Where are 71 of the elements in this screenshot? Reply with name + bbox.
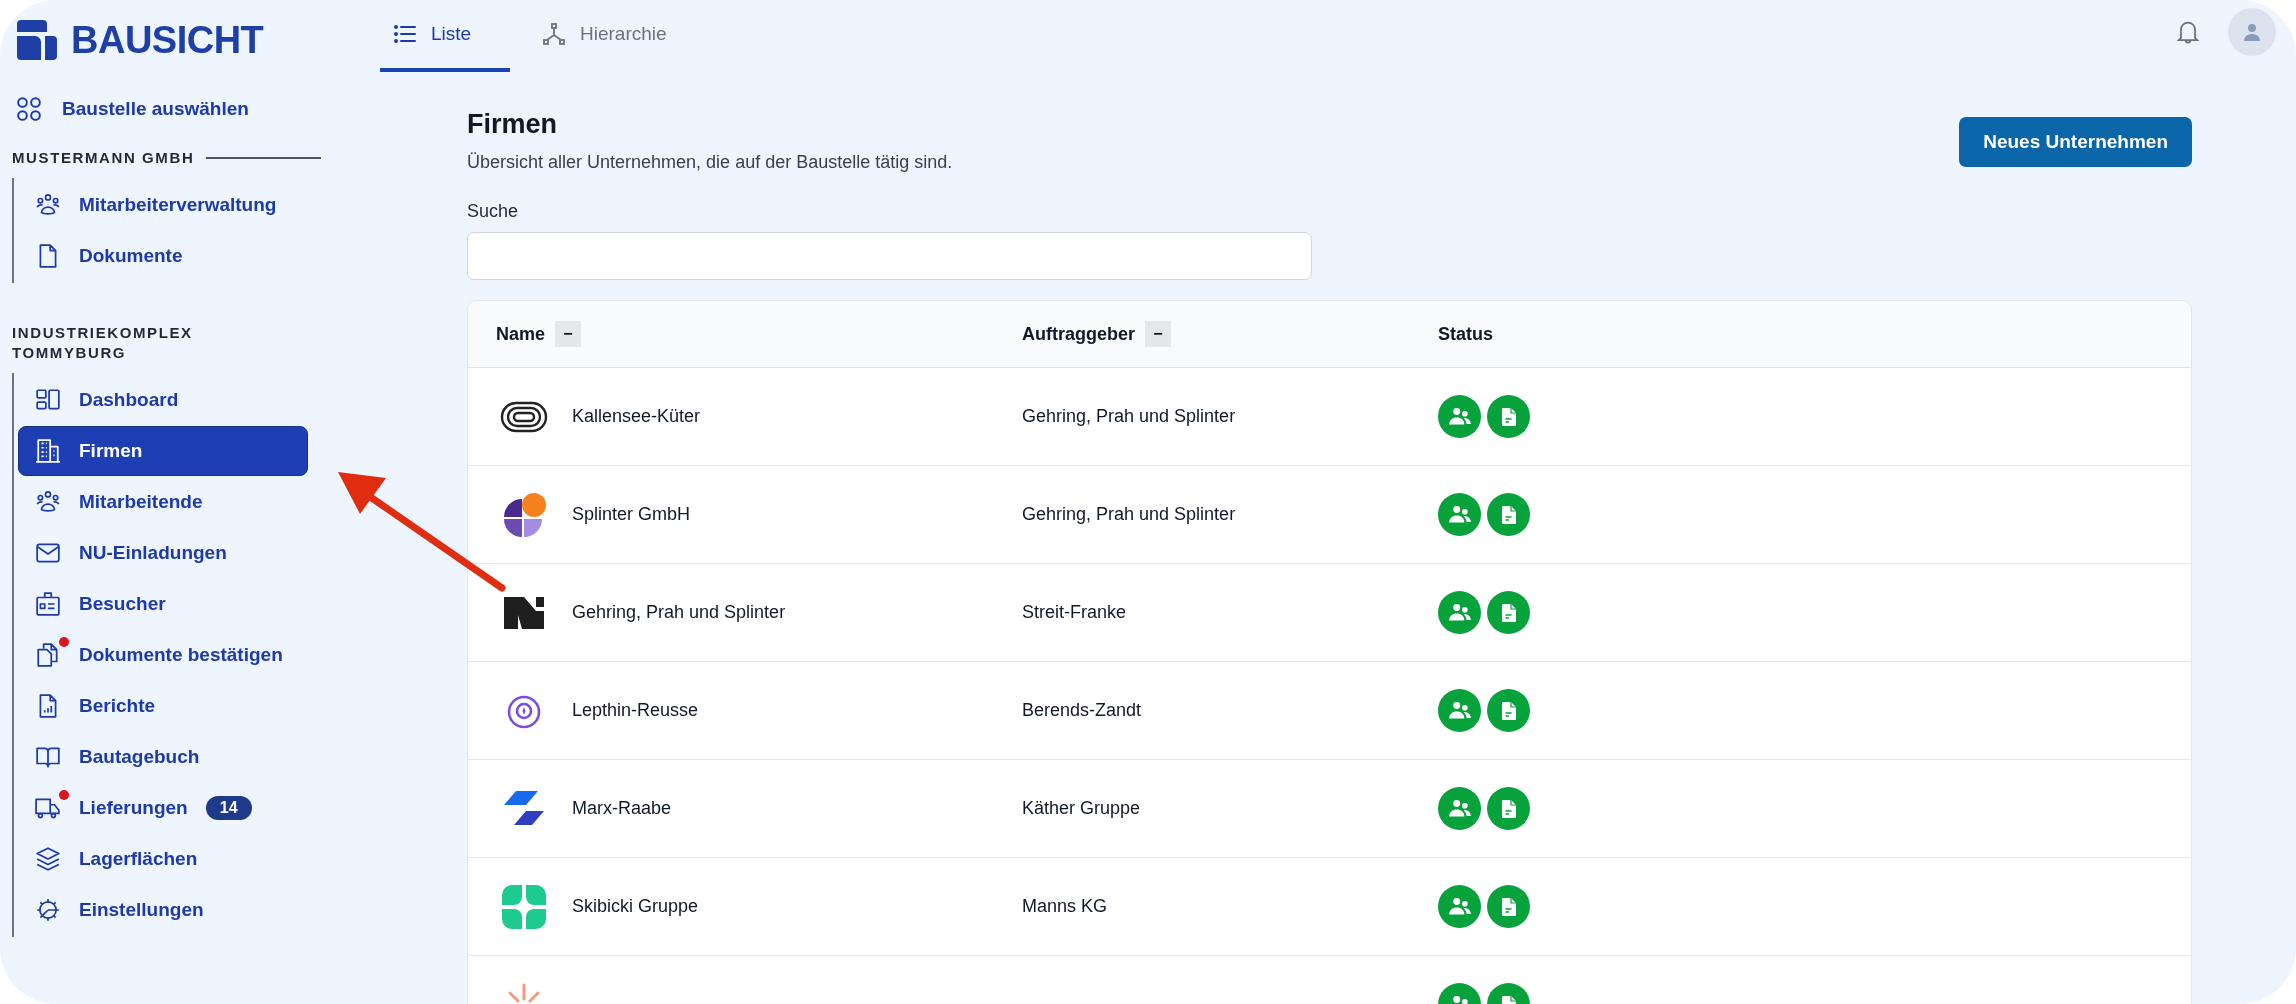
document-status-icon[interactable] bbox=[1487, 885, 1530, 928]
company-name: Kallensee-Küter bbox=[572, 406, 701, 427]
client-name: Käther Gruppe bbox=[1022, 798, 1141, 819]
view-tab[interactable]: Hierarchie bbox=[526, 0, 683, 72]
dashboard-icon bbox=[35, 387, 61, 413]
document-status-icon[interactable] bbox=[1487, 493, 1530, 536]
nav-item[interactable]: Dashboard bbox=[18, 375, 308, 425]
section-heading: MUSTERMANN GMBH bbox=[12, 148, 195, 168]
site-select-link[interactable]: Baustelle auswählen bbox=[12, 88, 249, 130]
nav-item[interactable]: NU-Einladungen bbox=[18, 528, 308, 578]
people-icon bbox=[35, 192, 61, 218]
id-badge-icon bbox=[35, 591, 61, 617]
column-toggle[interactable]: − bbox=[1145, 321, 1171, 347]
search-field[interactable] bbox=[467, 232, 1312, 280]
document-status-icon[interactable] bbox=[1487, 591, 1530, 634]
nav-item[interactable]: Lieferungen 14 bbox=[18, 783, 308, 833]
nav-item[interactable]: Mitarbeitende bbox=[18, 477, 308, 527]
book-icon bbox=[35, 744, 61, 770]
nav-item[interactable]: Mitarbeiterverwaltung bbox=[18, 180, 308, 230]
building-icon bbox=[35, 438, 61, 464]
new-company-button[interactable]: Neues Unternehmen bbox=[1959, 117, 2192, 167]
team-status-icon[interactable] bbox=[1438, 885, 1481, 928]
document-status-icon[interactable] bbox=[1487, 395, 1530, 438]
team-status-icon[interactable] bbox=[1438, 395, 1481, 438]
count-badge: 14 bbox=[205, 796, 252, 820]
layers-icon bbox=[35, 846, 61, 872]
column-toggle[interactable]: − bbox=[555, 321, 582, 347]
company-name: Skibicki Gruppe bbox=[572, 896, 699, 917]
documents-icon bbox=[35, 642, 61, 668]
team-status-icon[interactable] bbox=[1438, 493, 1481, 536]
truck-icon bbox=[35, 795, 61, 821]
user-avatar[interactable] bbox=[2228, 8, 2276, 56]
logo-icon bbox=[15, 18, 59, 62]
logo-text: BAUSICHT bbox=[71, 18, 264, 62]
list-icon bbox=[392, 22, 417, 46]
column-header: Name bbox=[496, 323, 546, 345]
company-name: Marx-Raabe bbox=[572, 798, 672, 819]
nav-item[interactable]: Berichte bbox=[18, 681, 308, 731]
nav-item[interactable]: Bautagebuch bbox=[18, 732, 308, 782]
nav-item[interactable]: Besucher bbox=[18, 579, 308, 629]
page-subtitle: Übersicht aller Unternehmen, die auf der Baustelle tätig sind. bbox=[467, 152, 953, 173]
company-name: Gehring, Prah und Splinter bbox=[572, 602, 786, 623]
client-name: Gehring, Prah und Splinter bbox=[1022, 504, 1236, 525]
hierarchy-icon bbox=[542, 22, 566, 46]
nav-item[interactable]: Lagerflächen bbox=[18, 834, 308, 884]
nav-item[interactable]: Dokumente bestätigen bbox=[18, 630, 308, 680]
company-logo bbox=[500, 882, 548, 931]
nav-item[interactable]: Einstellungen bbox=[18, 885, 308, 935]
nav-item[interactable]: Firmen bbox=[18, 426, 308, 476]
document-status-icon[interactable] bbox=[1487, 787, 1530, 830]
company-name: Lepthin-Reusse bbox=[572, 700, 699, 721]
team-status-icon[interactable] bbox=[1438, 787, 1481, 830]
grid-icon bbox=[16, 96, 42, 122]
envelope-icon bbox=[35, 540, 61, 566]
client-name: Manns KG bbox=[1022, 896, 1108, 917]
team-status-icon[interactable] bbox=[1438, 689, 1481, 732]
client-name: Berends-Zandt bbox=[1022, 700, 1142, 721]
company-name: Splinter GmbH bbox=[572, 504, 691, 525]
team-status-icon[interactable] bbox=[1438, 591, 1481, 634]
nav-item[interactable]: Dokumente bbox=[18, 231, 308, 281]
view-tab[interactable]: Liste bbox=[380, 0, 510, 72]
column-header: Auftraggeber bbox=[1022, 323, 1135, 345]
people-icon bbox=[35, 489, 61, 515]
client-name: Streit-Franke bbox=[1022, 602, 1127, 623]
document-status-icon[interactable] bbox=[1487, 689, 1530, 732]
page-title: Firmen bbox=[467, 108, 559, 140]
settings-icon bbox=[35, 897, 61, 923]
column-header: Status bbox=[1438, 323, 1493, 345]
section-heading: INDUSTRIEKOMPLEX TOMMYBURG bbox=[12, 323, 194, 363]
search-label: Suche bbox=[467, 201, 520, 222]
client-name: Gehring, Prah und Splinter bbox=[1022, 406, 1236, 427]
